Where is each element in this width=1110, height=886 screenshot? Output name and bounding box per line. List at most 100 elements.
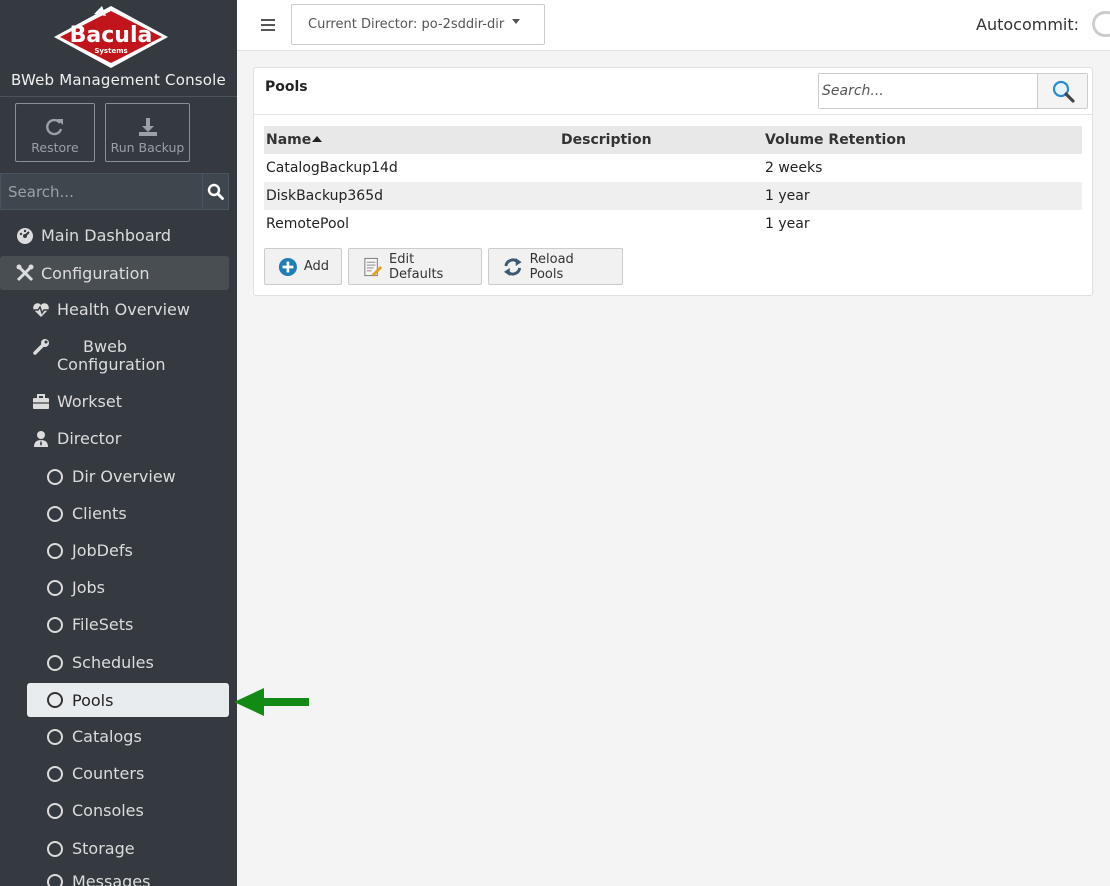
cell-name: RemotePool bbox=[266, 216, 349, 232]
nav-bweb-configuration[interactable]: Bweb Configuration bbox=[27, 338, 207, 374]
edit-defaults-button[interactable]: Edit Defaults bbox=[348, 248, 482, 285]
nav-workset[interactable]: Workset bbox=[31, 392, 122, 411]
sidebar-search-button[interactable] bbox=[202, 174, 228, 209]
circle-icon bbox=[47, 505, 63, 522]
nav-filesets[interactable]: FileSets bbox=[47, 615, 133, 634]
pools-search bbox=[818, 73, 1088, 109]
table-row[interactable]: DiskBackup365d 1 year bbox=[264, 182, 1082, 210]
hamburger-menu-icon[interactable] bbox=[261, 15, 275, 36]
sidebar-search-input[interactable] bbox=[1, 174, 202, 209]
heartbeat-icon bbox=[31, 302, 51, 318]
nav-clients[interactable]: Clients bbox=[47, 504, 127, 523]
add-label: Add bbox=[303, 259, 329, 274]
nav-storage[interactable]: Storage bbox=[47, 839, 135, 858]
briefcase-icon bbox=[31, 393, 51, 410]
nav-filesets-label: FileSets bbox=[72, 615, 134, 634]
run-backup-button[interactable]: Run Backup bbox=[105, 103, 190, 162]
autocommit-label: Autocommit: bbox=[976, 15, 1080, 34]
col-volume-retention-header[interactable]: Volume Retention bbox=[765, 132, 1082, 148]
nav-main-dashboard[interactable]: Main Dashboard bbox=[15, 226, 171, 245]
nav-consoles[interactable]: Consoles bbox=[47, 801, 144, 820]
col-name-label: Name bbox=[266, 132, 312, 148]
magnifier-icon bbox=[1052, 80, 1075, 103]
circle-icon bbox=[47, 840, 63, 857]
circle-icon bbox=[47, 468, 63, 485]
table-row[interactable]: RemotePool 1 year bbox=[264, 210, 1082, 238]
circle-icon bbox=[47, 802, 63, 819]
cell-volume-retention: 2 weeks bbox=[765, 160, 823, 176]
brand: Bacula Systems BWeb Management Console bbox=[0, 0, 237, 97]
logo-text: Bacula bbox=[70, 23, 153, 48]
reload-pools-button[interactable]: Reload Pools bbox=[488, 248, 623, 285]
green-arrow-annotation bbox=[234, 688, 309, 716]
search-icon bbox=[207, 183, 224, 200]
circle-icon bbox=[47, 728, 63, 745]
reload-icon bbox=[503, 257, 522, 276]
pools-search-input[interactable] bbox=[819, 74, 1038, 108]
circle-icon bbox=[47, 542, 63, 559]
edit-defaults-label: Edit Defaults bbox=[389, 251, 444, 282]
cell-volume-retention: 1 year bbox=[765, 188, 810, 204]
nav-configuration-label: Configuration bbox=[41, 263, 150, 283]
pools-table: Name Description Volume Retention Catalo… bbox=[264, 126, 1082, 238]
sidebar-search bbox=[0, 173, 229, 210]
col-name-header[interactable]: Name bbox=[264, 132, 561, 148]
current-director-label: Current Director: po-2sddir-dir bbox=[308, 17, 505, 32]
pools-search-button[interactable] bbox=[1038, 74, 1087, 108]
sidebar: Bacula Systems BWeb Management Console R… bbox=[0, 0, 237, 886]
autocommit-toggle[interactable] bbox=[1092, 11, 1110, 37]
nav-pools[interactable]: Pools bbox=[27, 683, 229, 717]
nav-consoles-label: Consoles bbox=[72, 801, 144, 820]
table-header: Name Description Volume Retention bbox=[264, 126, 1082, 154]
cell-name: DiskBackup365d bbox=[266, 188, 383, 204]
nav-configuration[interactable]: Configuration bbox=[0, 256, 229, 290]
nav-catalogs[interactable]: Catalogs bbox=[47, 727, 142, 746]
caret-down-icon bbox=[512, 19, 521, 24]
quick-actions: Restore Run Backup bbox=[15, 103, 190, 162]
reload-pools-label: Reload Pools bbox=[529, 251, 574, 282]
dashboard-icon bbox=[15, 227, 35, 245]
nav-counters[interactable]: Counters bbox=[47, 764, 144, 783]
nav-main-dashboard-label: Main Dashboard bbox=[41, 226, 172, 245]
circle-icon bbox=[47, 654, 63, 671]
plus-circle-icon bbox=[278, 257, 297, 276]
nav-pools-label: Pools bbox=[72, 690, 114, 710]
tools-icon bbox=[15, 264, 35, 282]
current-director-dropdown[interactable]: Current Director: po-2sddir-dir bbox=[291, 4, 545, 45]
restore-label: Restore bbox=[31, 140, 79, 155]
nav-clients-label: Clients bbox=[72, 504, 127, 523]
nav-jobs-label: Jobs bbox=[72, 578, 105, 597]
nav-director[interactable]: Director bbox=[31, 429, 121, 448]
nav-storage-label: Storage bbox=[72, 839, 135, 858]
pools-panel: Pools Name Description Volume Retention … bbox=[253, 67, 1093, 296]
col-description-header[interactable]: Description bbox=[561, 132, 765, 148]
nav-schedules[interactable]: Schedules bbox=[47, 653, 154, 672]
nav-catalogs-label: Catalogs bbox=[72, 727, 142, 746]
panel-title: Pools bbox=[265, 79, 308, 95]
nav-director-label: Director bbox=[57, 429, 122, 448]
nav-dir-overview-label: Dir Overview bbox=[72, 467, 176, 486]
nav-messages-label: Messages bbox=[72, 872, 151, 886]
circle-icon bbox=[47, 765, 63, 782]
nav-messages[interactable]: Messages bbox=[47, 872, 150, 886]
circle-icon bbox=[47, 616, 63, 633]
panel-actions: Add Edit Defaults Reload Pools bbox=[264, 248, 623, 285]
cell-volume-retention: 1 year bbox=[765, 216, 810, 232]
nav-counters-label: Counters bbox=[72, 764, 145, 783]
bacula-logo[interactable]: Bacula Systems bbox=[52, 4, 170, 70]
nav-schedules-label: Schedules bbox=[72, 653, 154, 672]
restore-button[interactable]: Restore bbox=[15, 103, 95, 162]
nav-health-overview[interactable]: Health Overview bbox=[31, 300, 190, 319]
table-row[interactable]: CatalogBackup14d 2 weeks bbox=[264, 154, 1082, 182]
cell-name: CatalogBackup14d bbox=[266, 160, 398, 176]
topbar: Current Director: po-2sddir-dir Autocomm… bbox=[237, 0, 1110, 51]
user-tie-icon bbox=[31, 430, 51, 448]
nav-jobdefs[interactable]: JobDefs bbox=[47, 541, 133, 560]
add-pool-button[interactable]: Add bbox=[264, 248, 342, 285]
logo-subtext: Systems bbox=[94, 47, 127, 55]
circle-icon bbox=[47, 579, 63, 596]
refresh-icon bbox=[46, 118, 63, 136]
nav-dir-overview[interactable]: Dir Overview bbox=[47, 467, 176, 486]
download-icon bbox=[138, 118, 157, 136]
nav-jobs[interactable]: Jobs bbox=[47, 578, 105, 597]
